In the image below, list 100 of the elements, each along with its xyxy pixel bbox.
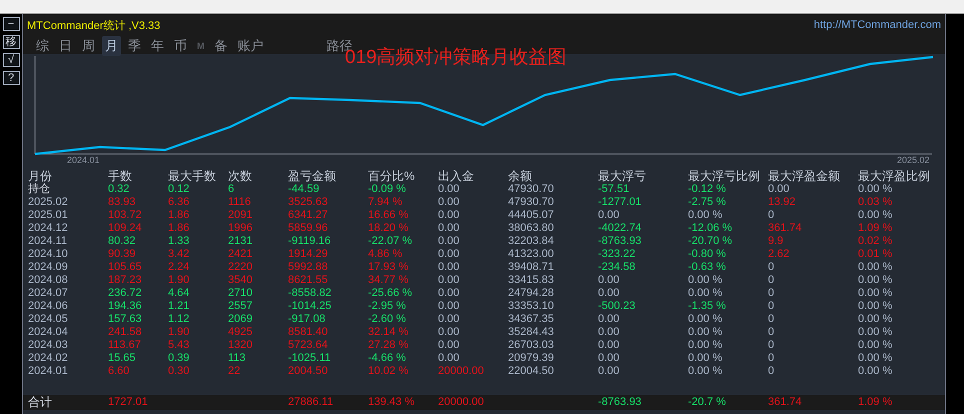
table-cell-text: 2024.12 [28, 222, 69, 235]
table-cell-text: 0.00 [598, 365, 620, 378]
table-cell-text: 44405.07 [508, 209, 555, 222]
table-cell-text: 0.00 [438, 352, 460, 365]
column-header: 出入金 [438, 170, 475, 183]
table-cell-text: 187.23 [108, 274, 143, 287]
column-header: 最大浮盈金额 [768, 170, 841, 183]
table-cell-text: 1116 [228, 196, 252, 209]
table-cell-text: -25.66 % [368, 287, 414, 300]
table-cell-text: 0.00 % [858, 365, 894, 378]
table-cell-text: 113 [228, 352, 247, 365]
table-cell-text: 0.00 % [688, 326, 724, 339]
table-cell-text: 0.00 [438, 222, 460, 235]
table-cell-text: -917.08 [288, 313, 326, 326]
table-cell-text: 3525.63 [288, 196, 329, 209]
side-button[interactable]: 移 [2, 35, 20, 49]
table-cell-text: -12.06 % [688, 222, 734, 235]
table-cell-text: 20979.39 [508, 352, 555, 365]
side-button[interactable]: ? [2, 71, 20, 85]
table-cell-text: 32.14 % [368, 326, 410, 339]
table-cell-text: 0 [768, 274, 776, 287]
table-cell-text: 139.43 % [368, 396, 416, 409]
table-cell-text: 15.65 [108, 352, 137, 365]
table-cell-text: 0.00 [598, 339, 620, 352]
table-cell-text: 0.00 [438, 235, 460, 248]
tab[interactable]: 周 [79, 36, 98, 56]
table-cell-text: 9.9 [768, 235, 784, 248]
tab[interactable]: 月 [102, 36, 121, 56]
table-cell-text: 2024.04 [28, 326, 69, 339]
tab[interactable]: 账户 [234, 36, 266, 56]
column-header: 最大浮亏 [598, 170, 647, 183]
tab[interactable]: 备 [212, 36, 230, 56]
table-cell-text: 0.02 % [858, 235, 894, 248]
table-cell-text: 1.21 [168, 300, 190, 313]
table-cell-text: -1277.01 [598, 196, 642, 209]
table-cell-text: 361.74 [768, 396, 803, 409]
table-cell-text: 0.03 % [858, 196, 894, 209]
website-link[interactable]: http://MTCommander.com [814, 19, 941, 31]
table-cell-text: 33415.83 [508, 274, 555, 287]
side-button[interactable]: √ [2, 53, 20, 67]
table-cell-text: 0.00 % [858, 352, 894, 365]
table-cell-text: 27886.11 [288, 396, 334, 409]
column-header: 盈亏金额 [288, 170, 337, 183]
table-cell-text: 27.28 % [368, 339, 410, 352]
table-cell-text: -22.07 % [368, 235, 414, 248]
tab[interactable]: 币 [171, 36, 190, 56]
tab[interactable]: 季 [125, 36, 144, 56]
table-cell-text: 0.00 [598, 352, 620, 365]
table-cell-text: 0.00 % [858, 209, 894, 222]
table-cell-text: 0.00 [438, 248, 460, 261]
table-cell-text: 0 [768, 300, 776, 313]
table-cell-text: 0 [768, 287, 776, 300]
table-cell-text: -44.59 [288, 183, 320, 196]
table-cell-text: -0.63 % [688, 261, 727, 274]
table-cell-text: 0.00 % [858, 261, 894, 274]
table-cell-text: 0.00 [438, 313, 460, 326]
table-cell-text: -0.12 % [688, 183, 727, 196]
table-cell-text: 34.77 % [368, 274, 410, 287]
table-cell-text: 0.30 [168, 365, 190, 378]
table-cell-text: 1.33 [168, 235, 190, 248]
table-cell-text: 1996 [228, 222, 254, 235]
table-cell-text: 0.00 % [688, 352, 724, 365]
side-button[interactable]: − [2, 17, 20, 31]
tab[interactable]: 年 [148, 36, 167, 56]
table-cell-text: 2024.09 [28, 261, 69, 274]
table-cell-text: 47930.70 [508, 183, 555, 196]
table-cell-text: 0.00 [598, 209, 620, 222]
table-cell-text: 4925 [228, 326, 254, 339]
table-cell-text: 5859.96 [288, 222, 329, 235]
table-cell-text: 6.36 [168, 196, 190, 209]
table-cell-text: -20.70 % [688, 235, 734, 248]
table-cell-text: 3540 [228, 274, 254, 287]
table-cell-text: 0 [768, 339, 776, 352]
table-cell-text: 13.92 [768, 196, 797, 209]
table-cell-text: 0.00 [438, 287, 460, 300]
table-cell-text: 5.43 [168, 339, 190, 352]
table-cell-text: 80.32 [108, 235, 137, 248]
table-cell-text: 2024.06 [28, 300, 69, 313]
table-cell-text: 16.66 % [368, 209, 410, 222]
table-cell-text: 113.67 [108, 339, 142, 352]
table-cell-text: 39408.71 [508, 261, 555, 274]
window-title: MTCommander统计 ,V3.33 [27, 18, 160, 32]
table-cell-text: 33353.10 [508, 300, 555, 313]
tab[interactable]: 日 [56, 36, 75, 56]
table-cell-text: 2131 [228, 235, 254, 248]
table-cell-text: 2024.02 [28, 352, 69, 365]
axis-label: 2024.01 [67, 155, 100, 165]
table-cell-text: 0.00 [438, 300, 460, 313]
table-cell-text: 0.00 [598, 326, 620, 339]
table-cell-text: 合计 [28, 396, 53, 409]
table-cell-text: -2.60 % [368, 313, 407, 326]
table-cell-text: 194.36 [108, 300, 143, 313]
table-cell-text: -8558.82 [288, 287, 332, 300]
table-cell-text: 17.93 % [368, 261, 410, 274]
table-cell-text: 83.93 [108, 196, 137, 209]
table-cell-text: 22 [228, 365, 242, 378]
table-cell-text: 0.01 % [858, 248, 894, 261]
table-cell-text: 34367.35 [508, 313, 555, 326]
table-cell-text: -8763.93 [598, 235, 642, 248]
tab[interactable]: 综 [33, 36, 52, 56]
